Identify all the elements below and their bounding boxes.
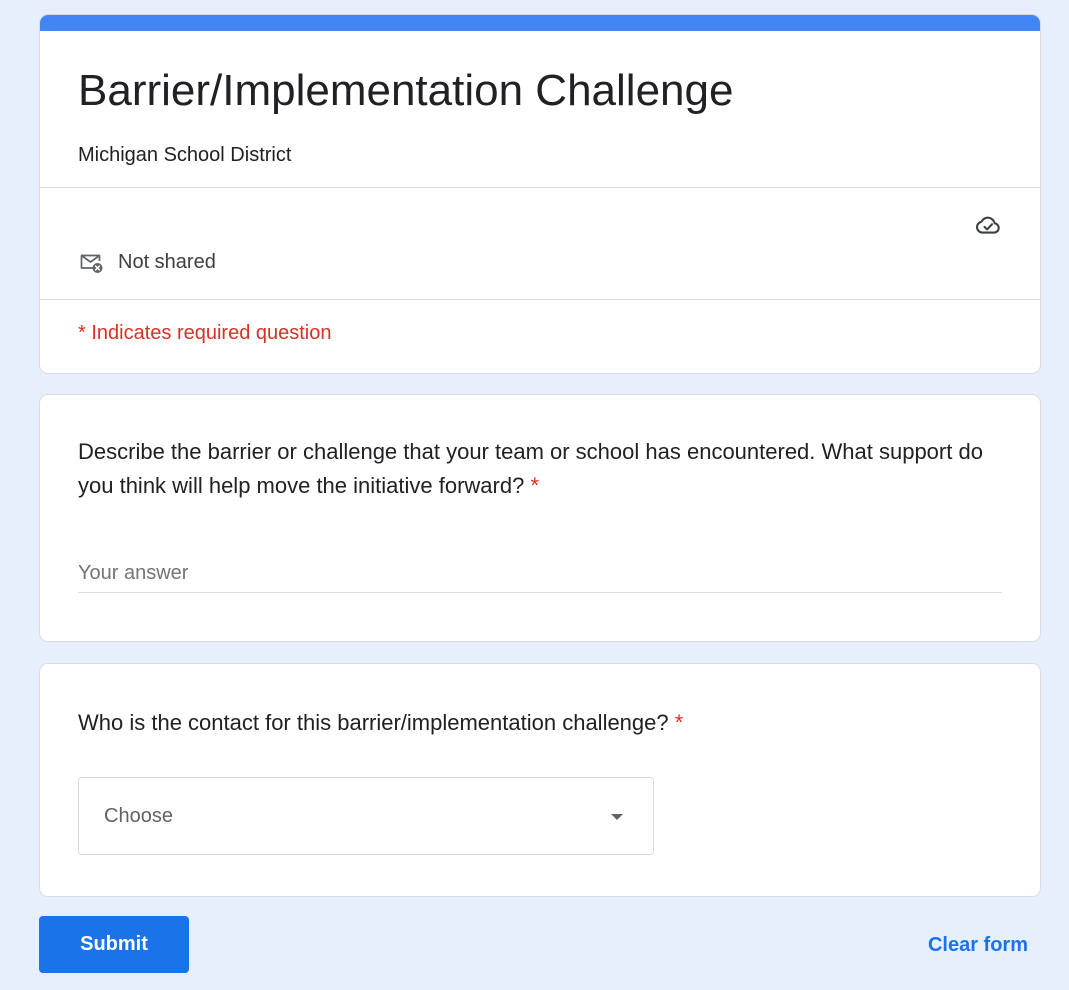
mail-not-shared-icon — [80, 254, 103, 273]
divider — [40, 299, 1040, 300]
form-header-card: Barrier/Implementation Challenge Michiga… — [39, 14, 1041, 374]
form-title: Barrier/Implementation Challenge — [78, 66, 734, 115]
answer-input[interactable] — [78, 555, 1002, 593]
contact-dropdown[interactable]: Choose — [78, 777, 654, 855]
caret-down-icon — [611, 814, 623, 820]
cloud-saved-icon[interactable] — [974, 211, 1002, 239]
accent-bar — [40, 15, 1040, 31]
submit-button[interactable]: Submit — [39, 916, 189, 973]
required-note: * Indicates required question — [78, 322, 332, 344]
question-label: Who is the contact for this barrier/impl… — [78, 710, 669, 735]
form-page: Barrier/Implementation Challenge Michiga… — [0, 0, 1069, 990]
form-description: Michigan School District — [78, 144, 292, 166]
required-asterisk: * — [530, 473, 540, 498]
share-status: Not shared — [118, 251, 216, 273]
question-card-contact: Who is the contact for this barrier/impl… — [39, 663, 1041, 897]
question-text-contact: Who is the contact for this barrier/impl… — [78, 708, 683, 738]
question-text-barrier: Describe the barrier or challenge that y… — [78, 435, 1008, 503]
divider — [40, 187, 1040, 188]
share-status-row: Not shared — [78, 249, 216, 275]
required-asterisk: * — [674, 710, 684, 735]
clear-form-button[interactable]: Clear form — [928, 932, 1028, 958]
question-card-barrier: Describe the barrier or challenge that y… — [39, 394, 1041, 642]
dropdown-selected-value: Choose — [104, 805, 173, 827]
